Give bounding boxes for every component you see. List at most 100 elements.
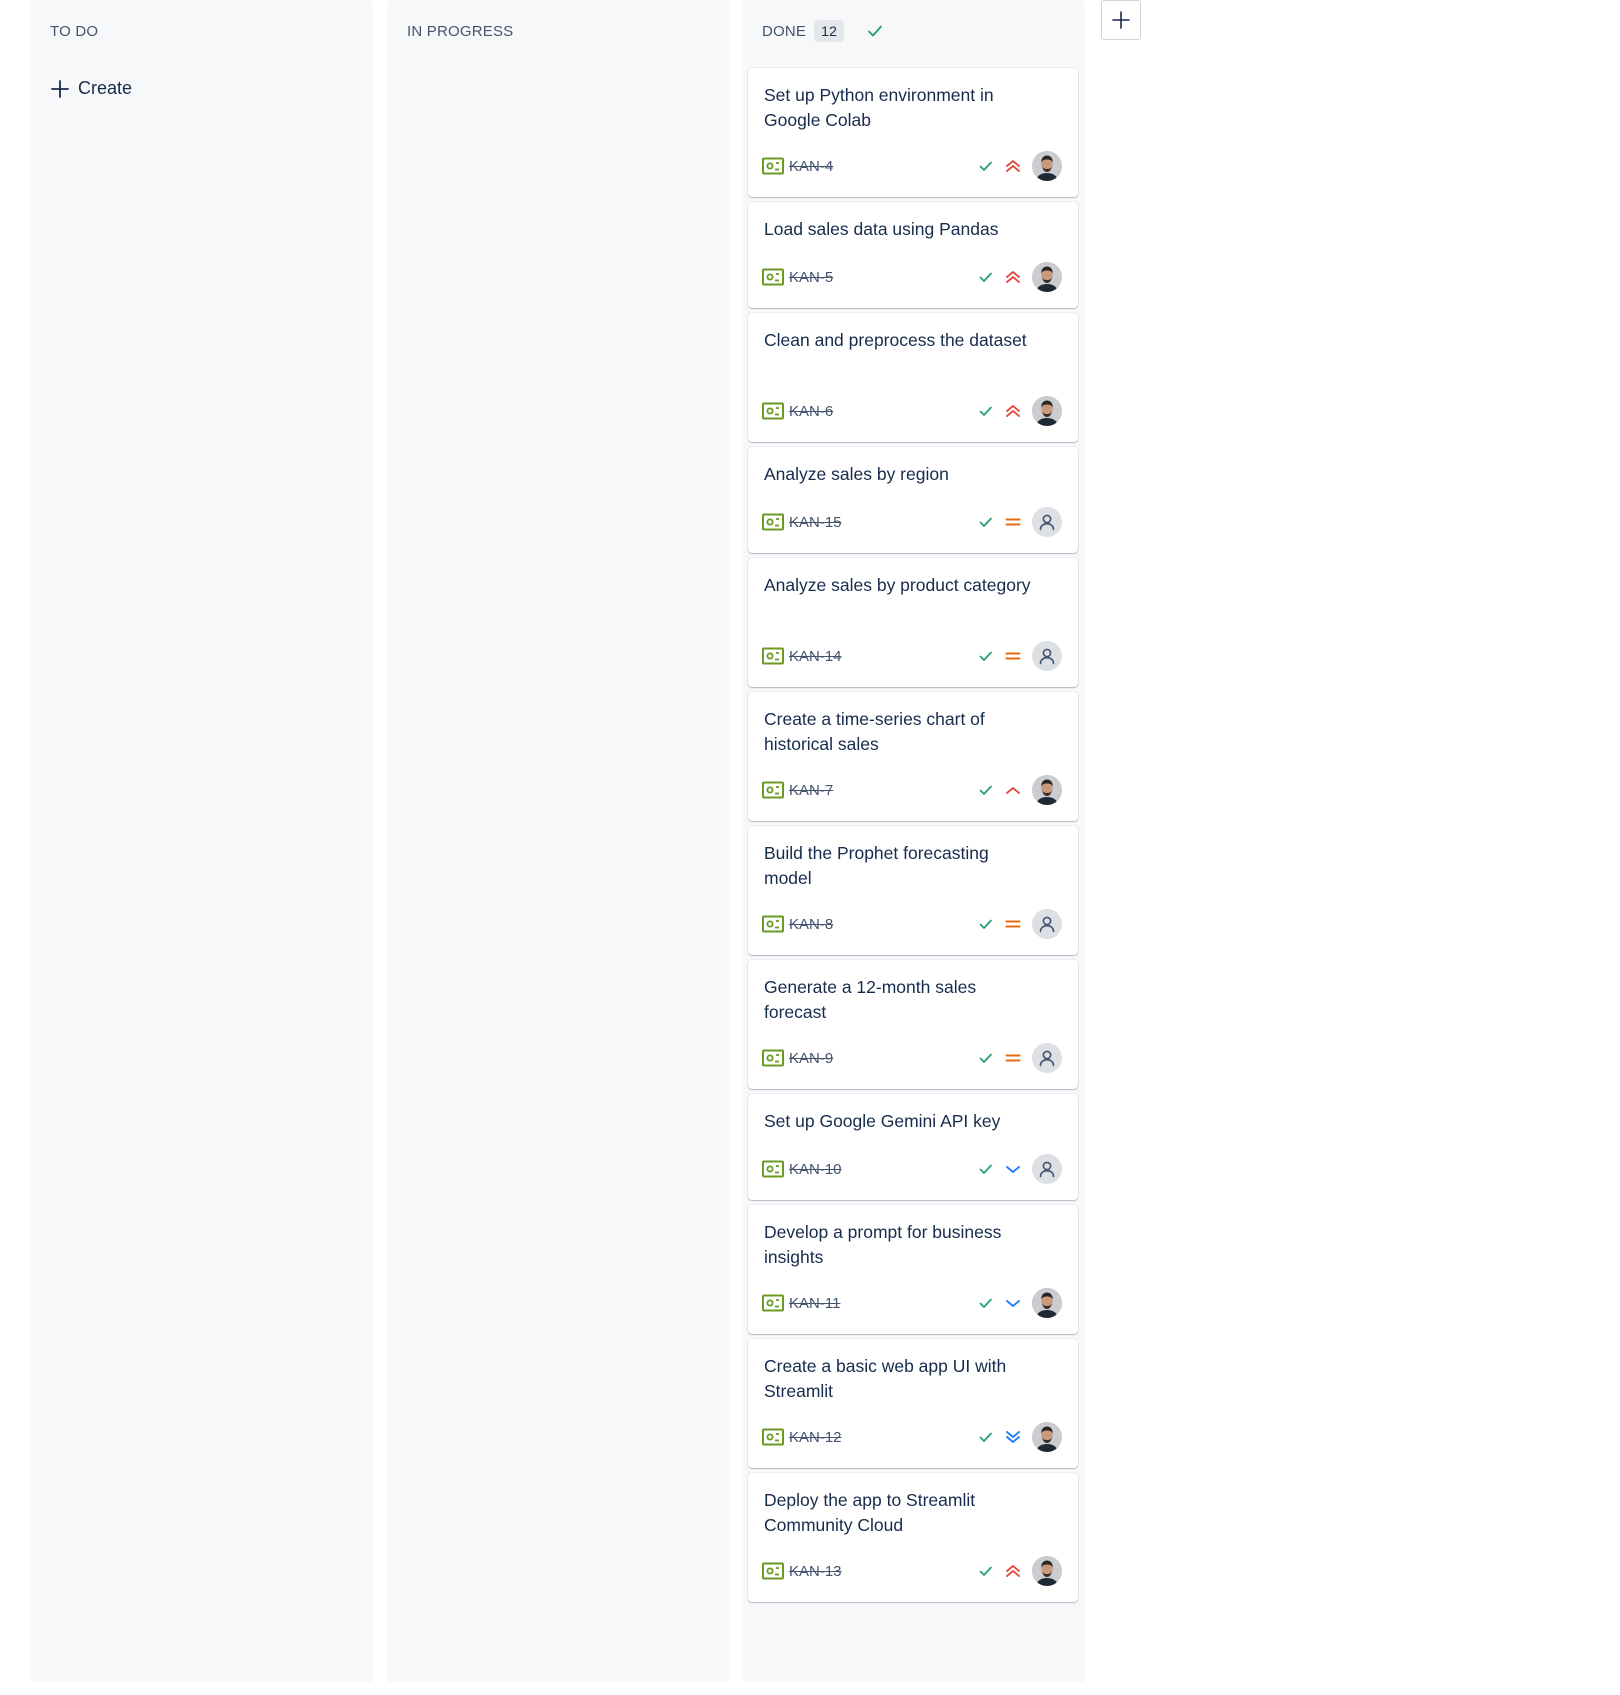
avatar[interactable] xyxy=(1032,1556,1062,1586)
issue-key[interactable]: KAN-9 xyxy=(789,1050,833,1067)
issue-footer: KAN-15 xyxy=(762,507,1062,537)
story-icon xyxy=(762,1049,784,1067)
issue-key[interactable]: KAN-14 xyxy=(789,648,842,665)
issue-title: Create a basic web app UI with Streamlit xyxy=(764,1356,1007,1401)
unassigned-avatar-icon[interactable] xyxy=(1032,1043,1062,1073)
issue-key[interactable]: KAN-7 xyxy=(789,782,833,799)
story-icon xyxy=(762,157,784,175)
issue-count-badge: 12 xyxy=(814,20,845,42)
issue-key[interactable]: KAN-13 xyxy=(789,1563,842,1580)
issue-footer: KAN-8 xyxy=(762,909,1062,939)
priority-highest-icon xyxy=(1004,268,1022,286)
issue-title: Set up Google Gemini API key xyxy=(764,1111,1001,1131)
issue-footer: KAN-9 xyxy=(762,1043,1062,1073)
issue-title: Set up Python environment in Google Cola… xyxy=(764,85,994,130)
column-in-progress: IN PROGRESS xyxy=(387,0,730,1682)
priority-medium-icon xyxy=(1004,1049,1022,1067)
story-icon xyxy=(762,915,784,933)
avatar[interactable] xyxy=(1032,775,1062,805)
issue-card[interactable]: Analyze sales by product category KAN-14 xyxy=(748,558,1078,687)
issue-card[interactable]: Create a time-series chart of historical… xyxy=(748,692,1078,821)
check-icon xyxy=(978,269,994,285)
issue-title: Analyze sales by product category xyxy=(764,575,1031,595)
issue-meta xyxy=(978,1556,1062,1586)
issue-meta xyxy=(978,1043,1062,1073)
issue-meta xyxy=(978,1422,1062,1452)
issue-key[interactable]: KAN-10 xyxy=(789,1161,842,1178)
column-header-in-progress: IN PROGRESS xyxy=(407,20,513,42)
priority-medium-icon xyxy=(1004,647,1022,665)
issue-key[interactable]: KAN-5 xyxy=(789,269,833,286)
column-title: DONE xyxy=(762,22,807,40)
check-icon xyxy=(978,158,994,174)
story-icon xyxy=(762,1294,784,1312)
issue-footer: KAN-11 xyxy=(762,1288,1062,1318)
priority-medium-icon xyxy=(1004,513,1022,531)
check-icon xyxy=(978,916,994,932)
issue-meta xyxy=(978,641,1062,671)
issue-key[interactable]: KAN-15 xyxy=(789,514,842,531)
issue-card[interactable]: Analyze sales by region KAN-15 xyxy=(748,447,1078,553)
issue-title: Deploy the app to Streamlit Community Cl… xyxy=(764,1490,976,1535)
issue-meta xyxy=(978,396,1062,426)
priority-low-icon xyxy=(1004,1294,1022,1312)
check-icon xyxy=(978,1429,994,1445)
issue-meta xyxy=(978,775,1062,805)
issue-meta xyxy=(978,507,1062,537)
plus-icon xyxy=(1111,10,1131,30)
issue-meta xyxy=(978,909,1062,939)
avatar[interactable] xyxy=(1032,396,1062,426)
issue-key[interactable]: KAN-4 xyxy=(789,158,833,175)
issue-card[interactable]: Create a basic web app UI with Streamlit… xyxy=(748,1339,1078,1468)
create-issue-button[interactable]: Create xyxy=(50,78,132,99)
unassigned-avatar-icon[interactable] xyxy=(1032,507,1062,537)
check-icon xyxy=(978,514,994,530)
unassigned-avatar-icon[interactable] xyxy=(1032,641,1062,671)
issue-footer: KAN-4 xyxy=(762,151,1062,181)
story-icon xyxy=(762,647,784,665)
issue-card[interactable]: Deploy the app to Streamlit Community Cl… xyxy=(748,1473,1078,1602)
issue-card[interactable]: Build the Prophet forecasting model KAN-8 xyxy=(748,826,1078,955)
unassigned-avatar-icon[interactable] xyxy=(1032,909,1062,939)
story-icon xyxy=(762,402,784,420)
column-header-done: DONE 12 xyxy=(762,20,884,42)
issue-card[interactable]: Clean and preprocess the dataset KAN-6 xyxy=(748,313,1078,442)
column-todo: TO DO Create xyxy=(30,0,373,1682)
unassigned-avatar-icon[interactable] xyxy=(1032,1154,1062,1184)
avatar[interactable] xyxy=(1032,262,1062,292)
issue-card[interactable]: Set up Python environment in Google Cola… xyxy=(748,68,1078,197)
check-icon xyxy=(978,1161,994,1177)
create-label: Create xyxy=(78,78,133,98)
issue-card[interactable]: Set up Google Gemini API key KAN-10 xyxy=(748,1094,1078,1200)
story-icon xyxy=(762,1562,784,1580)
issue-key[interactable]: KAN-8 xyxy=(789,916,833,933)
add-column-button[interactable] xyxy=(1101,0,1141,40)
issue-key[interactable]: KAN-11 xyxy=(789,1295,840,1312)
story-icon xyxy=(762,1428,784,1446)
issue-meta xyxy=(978,151,1062,181)
issue-footer: KAN-7 xyxy=(762,775,1062,805)
issue-title: Develop a prompt for business insights xyxy=(764,1222,1002,1267)
issue-card[interactable]: Load sales data using Pandas KAN-5 xyxy=(748,202,1078,308)
issue-key[interactable]: KAN-6 xyxy=(789,403,833,420)
column-title: TO DO xyxy=(50,22,99,40)
issue-meta xyxy=(978,1288,1062,1318)
column-header-todo: TO DO xyxy=(50,20,98,42)
priority-highest-icon xyxy=(1004,1562,1022,1580)
avatar[interactable] xyxy=(1032,1422,1062,1452)
column-done: DONE 12 Set up Python environment in Goo… xyxy=(742,0,1085,1682)
issue-card[interactable]: Generate a 12-month sales forecast KAN-9 xyxy=(748,960,1078,1089)
issue-meta xyxy=(978,262,1062,292)
avatar[interactable] xyxy=(1032,1288,1062,1318)
story-icon xyxy=(762,1160,784,1178)
plus-icon xyxy=(50,79,70,99)
issue-card[interactable]: Develop a prompt for business insights KA… xyxy=(748,1205,1078,1334)
issue-key[interactable]: KAN-12 xyxy=(789,1429,842,1446)
story-icon xyxy=(762,268,784,286)
issue-footer: KAN-13 xyxy=(762,1556,1062,1586)
check-icon xyxy=(978,1563,994,1579)
story-icon xyxy=(762,513,784,531)
check-icon xyxy=(978,1050,994,1066)
avatar[interactable] xyxy=(1032,151,1062,181)
priority-medium-icon xyxy=(1004,915,1022,933)
